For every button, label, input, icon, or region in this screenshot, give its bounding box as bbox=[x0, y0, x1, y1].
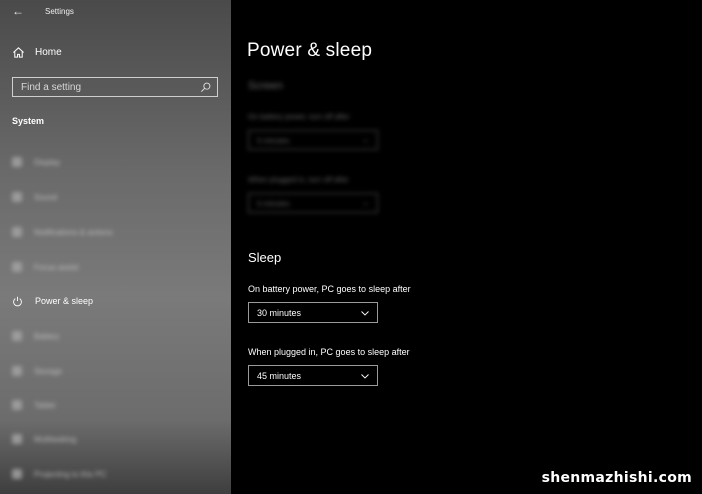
sidebar-item-multitasking[interactable]: Multitasking bbox=[12, 432, 76, 446]
settings-window: ← Settings Home System Display Sound bbox=[0, 0, 702, 494]
search-icon[interactable] bbox=[200, 82, 211, 93]
sidebar-item-projecting[interactable]: Projecting to this PC bbox=[12, 467, 106, 481]
screen-battery-dropdown[interactable]: 5 minutes ⌄ bbox=[248, 130, 378, 150]
sleep-battery-label: On battery power, PC goes to sleep after bbox=[248, 284, 411, 294]
focus-assist-icon bbox=[12, 262, 22, 272]
chevron-down-icon: ⌄ bbox=[362, 198, 369, 207]
chevron-down-icon bbox=[361, 311, 369, 316]
home-icon bbox=[13, 46, 24, 58]
sidebar-item-label: Focus assist bbox=[34, 262, 79, 272]
battery-icon bbox=[12, 331, 22, 341]
home-nav-item[interactable]: Home bbox=[12, 44, 62, 60]
sidebar-item-label: Projecting to this PC bbox=[34, 469, 107, 479]
projecting-icon bbox=[12, 469, 22, 479]
watermark: shenmazhishi.com bbox=[541, 470, 692, 486]
section-label-system: System bbox=[12, 116, 45, 126]
power-icon bbox=[13, 296, 22, 306]
sidebar-item-label: Tablet bbox=[34, 400, 56, 410]
sidebar-item-notifications[interactable]: Notifications & actions bbox=[12, 225, 113, 239]
sidebar-item-label: Storage bbox=[34, 366, 63, 376]
sidebar-item-power-sleep[interactable]: Power & sleep bbox=[12, 294, 93, 308]
screen-battery-label: On battery power, turn off after bbox=[248, 112, 350, 121]
sleep-section-header: Sleep bbox=[248, 250, 282, 265]
storage-icon bbox=[12, 366, 22, 376]
sleep-battery-dropdown[interactable]: 30 minutes bbox=[248, 302, 378, 323]
screen-section-header: Screen bbox=[248, 80, 283, 92]
sleep-plugged-value: 45 minutes bbox=[257, 370, 302, 381]
sleep-plugged-label: When plugged in, PC goes to sleep after bbox=[248, 347, 410, 357]
sound-icon bbox=[12, 192, 22, 202]
sidebar: ← Settings Home System Display Sound bbox=[0, 0, 231, 494]
screen-battery-value: 5 minutes bbox=[257, 135, 290, 145]
search-box[interactable] bbox=[12, 77, 218, 97]
sidebar-item-sound[interactable]: Sound bbox=[12, 190, 57, 204]
sidebar-item-battery[interactable]: Battery bbox=[12, 329, 59, 343]
chevron-down-icon: ⌄ bbox=[362, 135, 369, 144]
tablet-icon bbox=[12, 400, 22, 410]
search-input[interactable] bbox=[13, 81, 200, 93]
sidebar-item-label: Battery bbox=[34, 331, 60, 341]
sidebar-item-display[interactable]: Display bbox=[12, 155, 60, 169]
sidebar-item-label: Notifications & actions bbox=[34, 227, 113, 237]
sidebar-item-label: Sound bbox=[34, 192, 58, 202]
title-bar: ← Settings bbox=[0, 0, 231, 24]
screen-plugged-value: 5 minutes bbox=[257, 198, 290, 208]
sleep-battery-value: 30 minutes bbox=[257, 307, 302, 318]
sidebar-item-label: Power & sleep bbox=[35, 296, 94, 306]
sidebar-item-focus-assist[interactable]: Focus assist bbox=[12, 260, 78, 274]
sidebar-item-tablet[interactable]: Tablet bbox=[12, 398, 55, 412]
sidebar-item-storage[interactable]: Storage bbox=[12, 364, 62, 378]
sidebar-item-label: Multitasking bbox=[34, 434, 77, 444]
page-title: Power & sleep bbox=[247, 40, 373, 61]
chevron-down-icon bbox=[361, 374, 369, 379]
app-title: Settings bbox=[45, 7, 74, 16]
display-icon bbox=[12, 157, 22, 167]
home-label: Home bbox=[35, 46, 62, 58]
multitasking-icon bbox=[12, 434, 22, 444]
main-content: Power & sleep Screen On battery power, t… bbox=[231, 0, 702, 494]
sidebar-item-label: Display bbox=[34, 157, 61, 167]
screen-plugged-dropdown[interactable]: 5 minutes ⌄ bbox=[248, 193, 378, 213]
back-arrow-icon[interactable]: ← bbox=[12, 4, 24, 18]
notifications-icon bbox=[12, 227, 22, 237]
sleep-plugged-dropdown[interactable]: 45 minutes bbox=[248, 365, 378, 386]
screen-plugged-label: When plugged in, turn off after bbox=[248, 175, 349, 184]
